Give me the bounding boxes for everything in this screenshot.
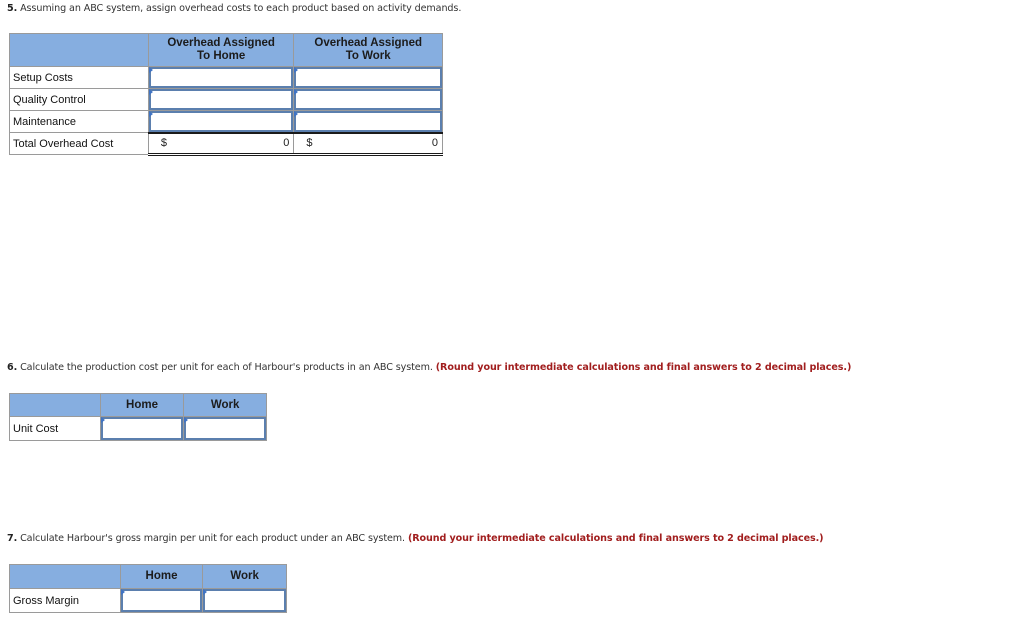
question-6-prompt: 6. Calculate the production cost per uni… — [7, 362, 851, 373]
input-marker-icon — [294, 67, 299, 73]
setup-costs-work-cell — [293, 66, 443, 89]
table-row: Unit Cost — [9, 416, 267, 441]
input-marker-icon — [120, 589, 125, 595]
quality-control-home-input[interactable] — [150, 91, 292, 108]
maintenance-work-cell — [293, 110, 443, 133]
rounding-hint: (Round your intermediate calculations an… — [435, 362, 852, 373]
header-home-line1: Overhead Assigned — [167, 37, 275, 49]
unit-cost-home-input[interactable] — [102, 419, 182, 438]
table-row: Quality Control — [9, 88, 443, 111]
setup-costs-work-input[interactable] — [296, 69, 440, 86]
question-text: Assuming an ABC system, assign overhead … — [17, 3, 462, 14]
input-marker-icon — [100, 417, 105, 423]
question-text: Calculate the production cost per unit f… — [17, 362, 436, 373]
gross-margin-home-cell — [119, 588, 204, 613]
header-home: Home — [99, 393, 185, 417]
header-row: Home Work — [9, 393, 267, 417]
currency-symbol: $ — [306, 137, 313, 150]
total-home-value: 0 — [283, 137, 290, 150]
unit-cost-work-cell — [183, 416, 267, 441]
total-work-value: 0 — [431, 137, 438, 150]
currency-symbol: $ — [160, 137, 167, 150]
gross-margin-work-cell — [202, 588, 287, 613]
gross-margin-table: Home Work Gross Margin — [9, 564, 287, 613]
unit-cost-work-input[interactable] — [186, 419, 264, 438]
question-number: 7. — [7, 533, 18, 544]
table-row: Gross Margin — [9, 588, 287, 613]
header-work: Work — [183, 393, 267, 417]
question-5-prompt: 5. Assuming an ABC system, assign overhe… — [7, 3, 461, 14]
setup-costs-home-input[interactable] — [150, 69, 292, 86]
unit-cost-table: Home Work Unit Cost — [9, 393, 267, 441]
input-marker-icon — [294, 111, 299, 117]
overhead-assignment-table: Overhead Assigned To Home Overhead Assig… — [9, 33, 443, 156]
row-label-quality-control: Quality Control — [9, 88, 149, 111]
question-7-prompt: 7. Calculate Harbour's gross margin per … — [7, 533, 824, 544]
header-row: Overhead Assigned To Home Overhead Assig… — [9, 33, 443, 67]
unit-cost-home-cell — [99, 416, 185, 441]
header-blank — [9, 564, 121, 589]
input-marker-icon — [294, 89, 299, 95]
input-marker-icon — [148, 89, 153, 95]
question-number: 5. — [7, 3, 18, 14]
header-work-line2: To Work — [345, 50, 391, 62]
gross-margin-home-input[interactable] — [122, 591, 201, 610]
quality-control-work-input[interactable] — [296, 91, 440, 108]
header-row: Home Work — [9, 564, 287, 589]
table-row: Setup Costs — [9, 66, 443, 89]
question-number: 6. — [7, 362, 18, 373]
total-home-cell: $ 0 — [147, 131, 295, 156]
quality-control-work-cell — [293, 88, 443, 111]
input-marker-icon — [203, 589, 208, 595]
question-text: Calculate Harbour's gross margin per uni… — [17, 533, 408, 544]
header-home: Home — [119, 564, 204, 589]
row-label-gross-margin: Gross Margin — [9, 588, 121, 613]
header-work: Work — [202, 564, 287, 589]
row-label-setup-costs: Setup Costs — [9, 66, 149, 89]
rounding-hint: (Round your intermediate calculations an… — [407, 533, 824, 544]
gross-margin-work-input[interactable] — [205, 591, 284, 610]
total-work-cell: $ 0 — [293, 131, 443, 156]
header-blank — [9, 33, 149, 67]
table-row: Maintenance — [9, 110, 443, 133]
header-blank — [9, 393, 101, 417]
row-label-total-overhead-cost: Total Overhead Cost — [9, 132, 149, 155]
row-label-unit-cost: Unit Cost — [9, 416, 101, 441]
input-marker-icon — [148, 67, 153, 73]
header-work: Overhead Assigned To Work — [293, 33, 443, 67]
header-home: Overhead Assigned To Home — [147, 33, 295, 67]
header-home-line2: To Home — [196, 50, 246, 62]
input-marker-icon — [148, 111, 153, 117]
maintenance-home-cell — [147, 110, 295, 133]
row-label-maintenance: Maintenance — [9, 110, 149, 133]
input-marker-icon — [184, 417, 189, 423]
maintenance-work-input[interactable] — [296, 113, 440, 130]
quality-control-home-cell — [147, 88, 295, 111]
header-work-line1: Overhead Assigned — [314, 37, 422, 49]
setup-costs-home-cell — [147, 66, 295, 89]
maintenance-home-input[interactable] — [150, 113, 292, 130]
total-row: Total Overhead Cost $ 0 $ 0 — [9, 131, 443, 156]
